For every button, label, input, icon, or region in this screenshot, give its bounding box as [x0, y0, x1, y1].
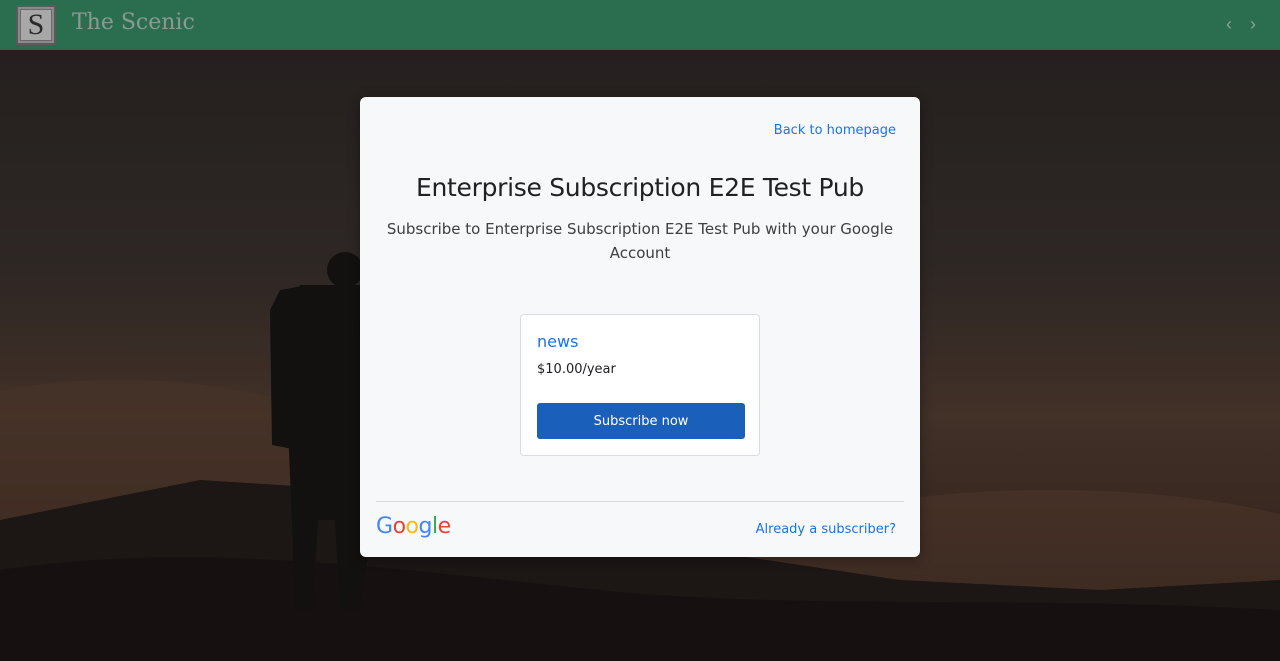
site-logo[interactable]: S	[16, 5, 56, 45]
google-logo-letter: e	[437, 514, 452, 539]
dialog-subtitle: Subscribe to Enterprise Subscription E2E…	[386, 220, 894, 262]
site-logo-letter: S	[20, 9, 52, 41]
plan-card: news $10.00/year Subscribe now	[520, 314, 760, 456]
top-bar: S The Scenic ‹ ›	[0, 0, 1280, 50]
google-logo-letter: o	[405, 514, 419, 539]
dialog-title: Enterprise Subscription E2E Test Pub	[415, 173, 864, 202]
back-to-homepage-link[interactable]: Back to homepage	[774, 123, 896, 138]
google-logo-letter: g	[418, 514, 433, 539]
google-logo-letter: G	[376, 514, 393, 539]
plan-price: $10.00/year	[537, 362, 616, 377]
subscription-dialog: Back to homepage Enterprise Subscription…	[360, 97, 920, 557]
footer-divider	[376, 501, 904, 502]
chevron-left-icon[interactable]: ‹	[1222, 14, 1236, 35]
chevron-right-icon[interactable]: ›	[1246, 14, 1260, 35]
google-logo-letter: o	[392, 514, 406, 539]
subscribe-now-button[interactable]: Subscribe now	[537, 403, 745, 439]
already-subscriber-link[interactable]: Already a subscriber?	[756, 522, 896, 537]
google-logo: Google	[376, 514, 451, 539]
nav-arrows: ‹ ›	[1222, 14, 1260, 35]
plan-name: news	[537, 332, 579, 351]
site-title[interactable]: The Scenic	[72, 10, 195, 35]
